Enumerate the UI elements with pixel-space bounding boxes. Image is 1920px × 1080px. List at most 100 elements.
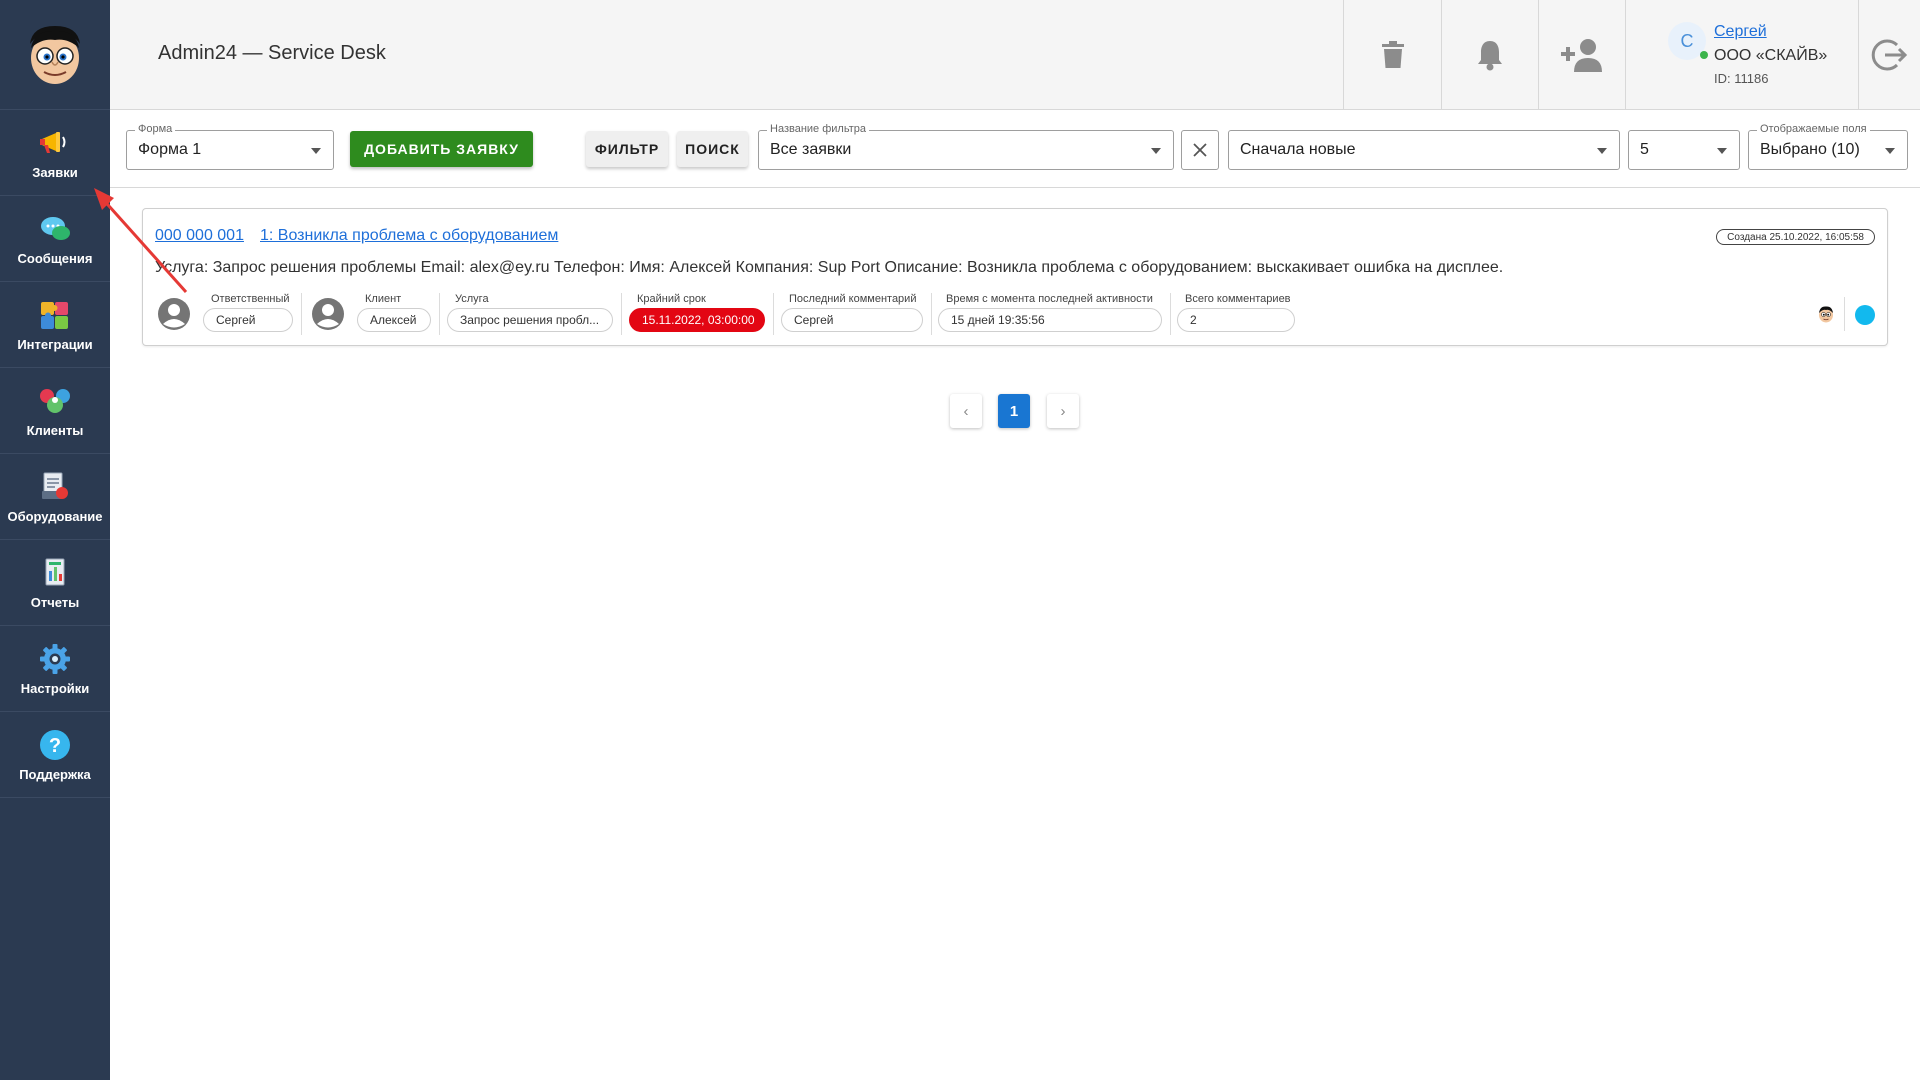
per-page-select[interactable]: 5 xyxy=(1628,130,1740,170)
user-id: ID: 11186 xyxy=(1714,71,1769,86)
divider xyxy=(621,293,622,335)
sidebar-item-label: Отчеты xyxy=(30,595,80,610)
gear-icon xyxy=(37,641,73,677)
sidebar-item-label: Клиенты xyxy=(26,423,84,438)
add-user-button[interactable] xyxy=(1538,0,1625,110)
sidebar-item-settings[interactable]: Настройки xyxy=(0,626,110,712)
sort-select[interactable]: Сначала новые xyxy=(1228,130,1620,170)
activity-label: Время с момента последней активности xyxy=(946,293,1153,305)
sidebar-item-label: Оборудование xyxy=(7,509,103,524)
divider xyxy=(931,293,932,335)
last-comment-value[interactable]: Сергей xyxy=(781,308,923,332)
displayed-fields-select[interactable]: Отображаемые поля Выбрано (10) xyxy=(1748,123,1908,170)
chevron-down-icon xyxy=(1885,148,1895,154)
online-status-dot xyxy=(1700,51,1708,59)
chevron-down-icon xyxy=(1597,148,1607,154)
filter-name-select[interactable]: Название фильтра Все заявки xyxy=(758,123,1174,170)
activity-value: 15 дней 19:35:56 xyxy=(938,308,1162,332)
filter-name-value: Все заявки xyxy=(770,141,852,158)
form-select-value: Форма 1 xyxy=(138,141,202,158)
puzzle-icon xyxy=(37,297,73,333)
header: Admin24 — Service Desk С Сергей ООО «СКА… xyxy=(110,0,1920,110)
equipment-icon xyxy=(37,469,73,505)
sidebar-item-messages[interactable]: Сообщения xyxy=(0,196,110,282)
client-avatar-icon xyxy=(312,298,344,330)
toolbar: Форма Форма 1 ДОБАВИТЬ ЗАЯВКУ ФИЛЬТР ПОИ… xyxy=(110,110,1920,188)
total-comments-label: Всего комментариев xyxy=(1185,293,1291,305)
pagination-next-button[interactable]: › xyxy=(1047,394,1079,428)
ticket-card[interactable]: 000 000 001 1: Возникла проблема с обору… xyxy=(142,208,1888,346)
deadline-value: 15.11.2022, 03:00:00 xyxy=(629,308,765,332)
user-profile: С Сергей ООО «СКАЙВ» ID: 11186 xyxy=(1625,0,1858,110)
sidebar-item-integrations[interactable]: Интеграции xyxy=(0,282,110,368)
sidebar-item-label: Поддержка xyxy=(19,767,91,782)
sidebar-item-label: Сообщения xyxy=(17,251,93,266)
sidebar-item-support[interactable]: ? Поддержка xyxy=(0,712,110,798)
total-comments-value: 2 xyxy=(1177,308,1295,332)
logo[interactable] xyxy=(0,0,110,110)
user-company: ООО «СКАЙВ» xyxy=(1714,47,1828,64)
pagination-prev-button[interactable]: ‹ xyxy=(950,394,982,428)
add-ticket-button[interactable]: ДОБАВИТЬ ЗАЯВКУ xyxy=(350,131,533,167)
service-value[interactable]: Запрос решения пробл... xyxy=(447,308,613,332)
people-icon xyxy=(37,383,73,419)
responsible-label: Ответственный xyxy=(211,293,290,305)
clear-filter-button[interactable] xyxy=(1181,130,1219,170)
sidebar-item-tickets[interactable]: Заявки xyxy=(0,110,110,196)
add-user-icon xyxy=(1561,39,1602,72)
page-title: Admin24 — Service Desk xyxy=(158,42,386,64)
sidebar: Заявки Сообщения Интеграции Клиенты Обор… xyxy=(0,0,110,1080)
mascot-avatar-icon[interactable] xyxy=(1817,305,1835,323)
client-value[interactable]: Алексей xyxy=(357,308,431,332)
sort-value: Сначала новые xyxy=(1240,141,1356,158)
displayed-fields-value: Выбрано (10) xyxy=(1760,141,1860,158)
last-comment-label: Последний комментарий xyxy=(789,293,917,305)
svg-text:?: ? xyxy=(49,735,61,757)
deadline-label: Крайний срок xyxy=(637,293,706,305)
megaphone-icon xyxy=(37,125,73,161)
status-indicator-dot[interactable] xyxy=(1855,305,1875,325)
displayed-fields-label: Отображаемые поля xyxy=(1757,123,1870,135)
sidebar-item-label: Настройки xyxy=(20,681,90,696)
divider xyxy=(439,293,440,335)
pagination-page-1[interactable]: 1 xyxy=(998,394,1030,428)
sidebar-item-equipment[interactable]: Оборудование xyxy=(0,454,110,540)
chevron-down-icon xyxy=(1717,148,1727,154)
mascot-face-icon xyxy=(30,25,80,84)
bell-icon xyxy=(1478,41,1502,71)
chevron-down-icon xyxy=(311,148,321,154)
responsible-avatar-icon xyxy=(158,298,190,330)
notifications-button[interactable] xyxy=(1441,0,1538,110)
filter-button[interactable]: ФИЛЬТР xyxy=(586,131,668,167)
divider xyxy=(301,293,302,335)
service-label: Услуга xyxy=(455,293,489,305)
logout-button[interactable] xyxy=(1858,0,1920,110)
divider xyxy=(1170,293,1171,335)
divider xyxy=(1844,297,1845,331)
per-page-value: 5 xyxy=(1640,141,1649,158)
form-select[interactable]: Форма Форма 1 xyxy=(126,123,334,170)
user-name-link[interactable]: Сергей xyxy=(1714,23,1767,41)
search-button[interactable]: ПОИСК xyxy=(677,131,748,167)
sidebar-item-label: Интеграции xyxy=(17,337,93,352)
logout-icon xyxy=(1871,39,1907,71)
report-icon xyxy=(37,555,73,591)
chevron-down-icon xyxy=(1151,148,1161,154)
help-icon: ? xyxy=(37,727,73,763)
chat-bubbles-icon xyxy=(37,211,73,247)
sidebar-item-clients[interactable]: Клиенты xyxy=(0,368,110,454)
close-icon xyxy=(1193,143,1207,157)
trash-button[interactable] xyxy=(1343,0,1441,110)
sidebar-item-reports[interactable]: Отчеты xyxy=(0,540,110,626)
sidebar-item-label: Заявки xyxy=(32,165,78,180)
trash-icon xyxy=(1381,41,1404,68)
divider xyxy=(773,293,774,335)
filter-name-label: Название фильтра xyxy=(767,123,869,135)
created-badge: Создана 25.10.2022, 16:05:58 xyxy=(1716,229,1875,245)
ticket-number-link[interactable]: 000 000 001 xyxy=(155,227,244,245)
responsible-value[interactable]: Сергей xyxy=(203,308,293,332)
form-select-label: Форма xyxy=(135,123,176,135)
ticket-title-link[interactable]: 1: Возникла проблема с оборудованием xyxy=(260,227,558,245)
ticket-description: Услуга: Запрос решения проблемы Email: a… xyxy=(155,259,1504,276)
client-label: Клиент xyxy=(365,293,402,305)
